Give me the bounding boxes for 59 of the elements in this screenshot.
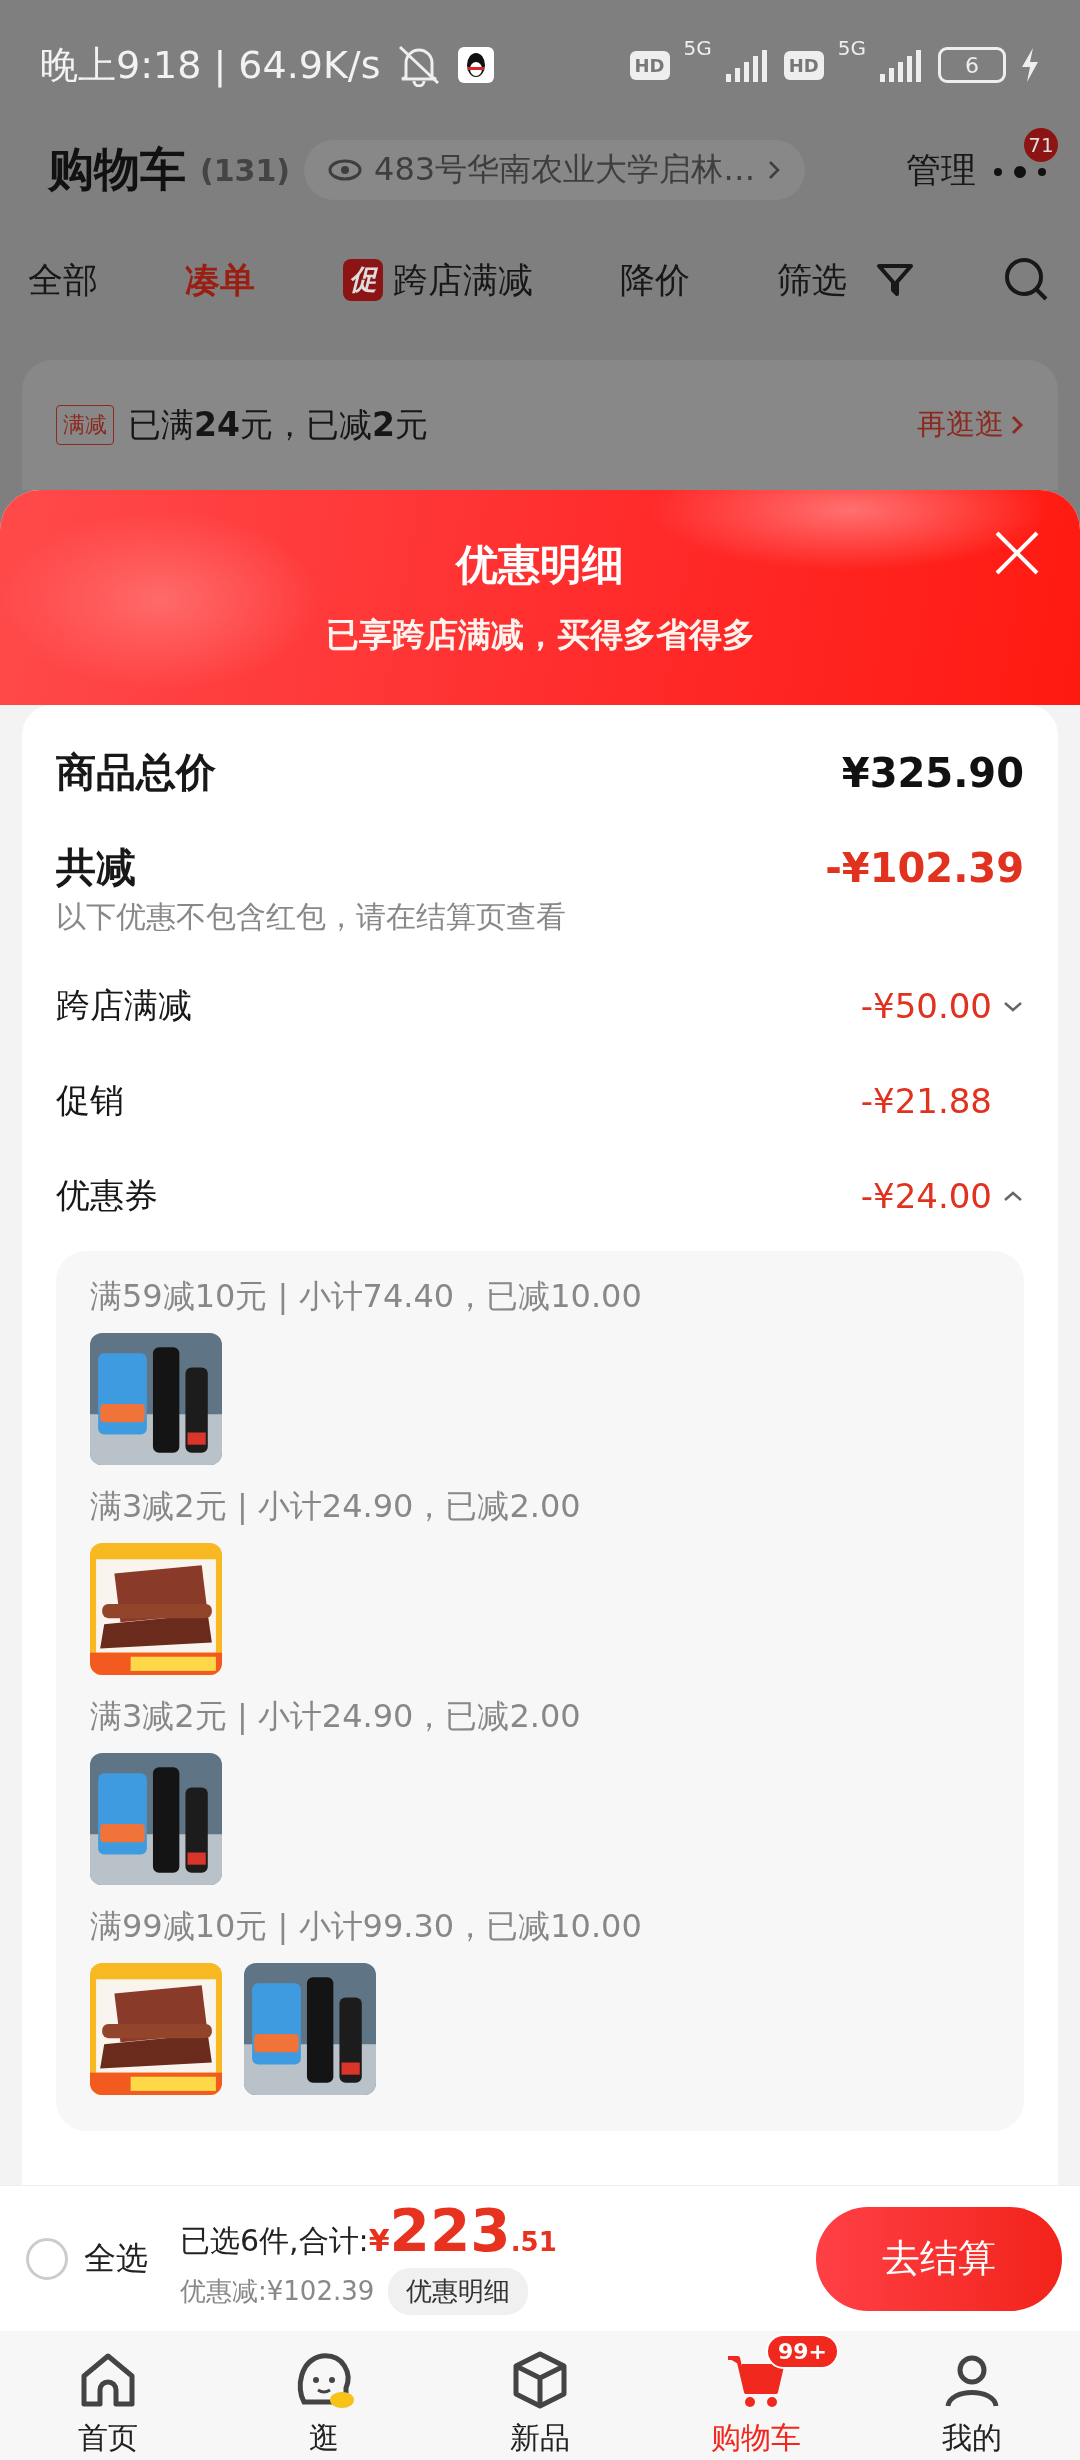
selected-summary: 已选6件,合计: bbox=[180, 2222, 369, 2260]
promo-tag: 满减 bbox=[56, 405, 114, 445]
chevron-icon bbox=[1010, 414, 1024, 436]
total-decimals: .51 bbox=[510, 2227, 557, 2257]
summary-label: 优惠券 bbox=[56, 1173, 158, 1217]
sheet-subtitle: 已享跨店满减，买得多省得多 bbox=[325, 614, 755, 656]
item-count: (131) bbox=[200, 152, 291, 188]
browse-link[interactable]: 再逛逛 bbox=[917, 405, 1024, 445]
app-icon bbox=[458, 47, 495, 83]
summary-label: 商品总价 bbox=[56, 748, 216, 797]
nav-item[interactable]: 逛 bbox=[244, 2333, 404, 2459]
nav-item[interactable]: 新品 bbox=[460, 2333, 620, 2459]
summary-amount: -¥24.00 bbox=[860, 1175, 992, 1216]
hd-badge: HD bbox=[629, 50, 670, 80]
discount-details-button[interactable]: 优惠明细 bbox=[388, 2268, 529, 2315]
filter-tab[interactable]: 全部 bbox=[28, 256, 98, 304]
charging-icon bbox=[1020, 48, 1040, 82]
close-icon[interactable] bbox=[994, 530, 1040, 576]
coupon-summary: 满99减10元 | 小计99.30，已减10.00 bbox=[90, 1906, 643, 1947]
coupon-summary: 满3减2元 | 小计24.90，已减2.00 bbox=[90, 1486, 582, 1527]
filter-tab[interactable]: 筛选 bbox=[777, 256, 848, 304]
nav-item[interactable]: 首页 bbox=[28, 2333, 188, 2459]
discount-text: 优惠减:¥102.39 bbox=[180, 2275, 375, 2308]
checkout-button[interactable]: 去结算 bbox=[816, 2206, 1062, 2311]
manage-button[interactable]: 管理 bbox=[906, 146, 976, 194]
summary-amount: -¥21.88 bbox=[860, 1080, 992, 1121]
network-type: 5G bbox=[837, 36, 866, 60]
signal-icon bbox=[880, 48, 924, 82]
summary-label: 共减 bbox=[56, 843, 136, 892]
network-type: 5G bbox=[683, 36, 712, 60]
coupon-summary: 满59减10元 | 小计74.40，已减10.00 bbox=[90, 1276, 643, 1317]
filter-tab[interactable]: 降价 bbox=[620, 256, 690, 304]
coupon-summary: 满3减2元 | 小计24.90，已减2.00 bbox=[90, 1696, 582, 1737]
summary-amount: ¥325.90 bbox=[841, 749, 1024, 796]
select-all-label: 全选 bbox=[84, 2237, 148, 2279]
tab-label: 跨店满减 bbox=[392, 258, 533, 302]
summary-label: 跨店满减 bbox=[56, 983, 192, 1027]
nav-item[interactable]: 我的 bbox=[892, 2333, 1052, 2459]
notification-badge: 71 bbox=[1024, 128, 1058, 162]
hd-badge: HD bbox=[783, 50, 824, 80]
summary-amount: -¥50.00 bbox=[860, 985, 992, 1026]
promo-badge: 促 bbox=[342, 259, 383, 301]
signal-icon bbox=[725, 48, 770, 82]
summary-label: 促销 bbox=[56, 1078, 124, 1122]
filter-tab[interactable]: 促 跨店满减 bbox=[342, 256, 533, 304]
battery-icon: 6 bbox=[938, 47, 1006, 83]
promo-text: 已满24元，已减2元 bbox=[128, 403, 428, 446]
select-all-radio[interactable] bbox=[26, 2237, 68, 2280]
address-selector[interactable]: 483号华南农业大学启林… bbox=[304, 140, 806, 200]
status-time: 晚上9:18 | 64.9K/s bbox=[40, 41, 381, 90]
cart-badge: 99+ bbox=[766, 2333, 840, 2369]
currency-sign: ¥ bbox=[368, 2223, 390, 2258]
eye-icon bbox=[328, 158, 363, 182]
page-title: 购物车 bbox=[48, 141, 186, 198]
summary-amount: -¥102.39 bbox=[825, 844, 1024, 891]
total-amount: 223 bbox=[389, 2202, 511, 2260]
sheet-title: 优惠明细 bbox=[456, 539, 624, 591]
reduction-note: 以下优惠不包含红包，请在结算页查看 bbox=[56, 898, 567, 936]
chevron-icon bbox=[767, 159, 782, 181]
